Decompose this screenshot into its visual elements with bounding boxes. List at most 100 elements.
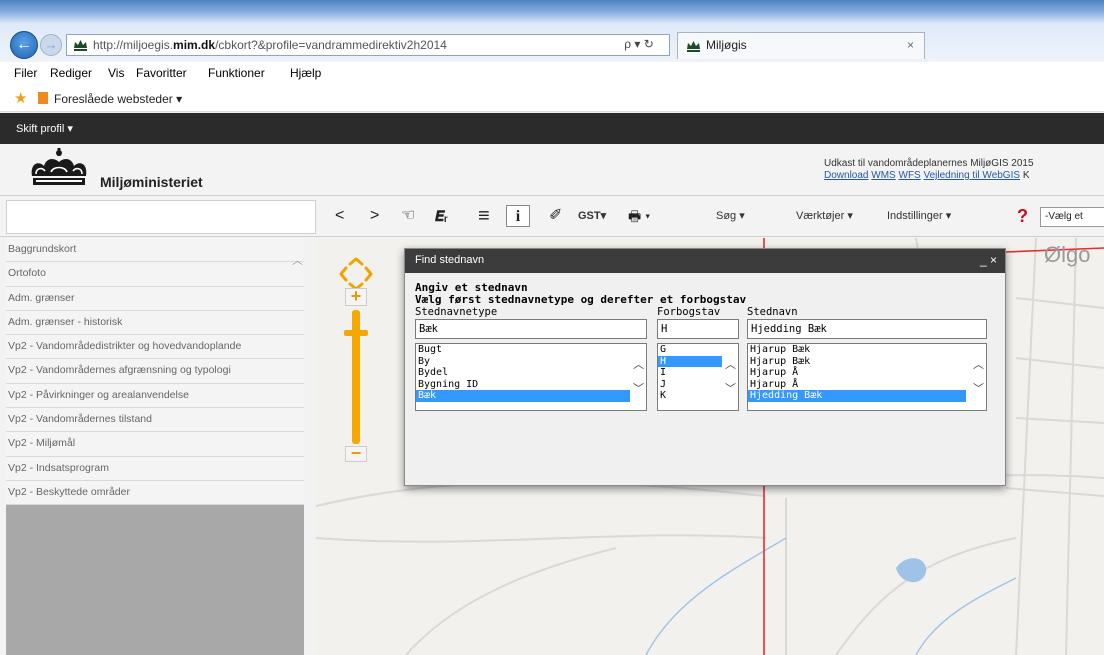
find-placename-dialog: Find stednavn _ × Angiv et stednavn Vælg… [404,248,1006,486]
header-trailing-text: K [1022,170,1030,181]
layer-item[interactable]: Ortofoto [6,262,304,287]
menu-file[interactable]: Filer [14,66,37,80]
menu-view[interactable]: Vis [108,66,124,80]
search-dropdown[interactable]: Søg ▾ [716,205,745,227]
list-scrollbar[interactable]: ︿ ﹀ [722,344,738,410]
menu-tools[interactable]: Funktioner [208,66,265,80]
list-scrollbar[interactable]: ︿ ﹀ [970,344,986,410]
help-question-icon[interactable]: ? [1017,206,1033,226]
menu-edit[interactable]: Rediger [50,66,92,80]
zoom-slider-handle[interactable] [344,330,368,336]
select-dropdown[interactable]: -Vælg et [1040,207,1104,227]
menu-favorites[interactable]: Favoritter [136,66,187,80]
placename-type-input[interactable]: Bæk [415,319,647,339]
list-item[interactable]: K [658,390,722,402]
forward-arrow-icon[interactable]: > [370,205,379,227]
chevron-up-icon[interactable]: ︿ [725,356,736,372]
back-arrow-icon[interactable]: < [335,205,344,227]
tools-dropdown[interactable]: Værktøjer ▾ [796,205,853,227]
list-item[interactable]: Bygning ID [416,379,630,391]
tab-close-icon[interactable]: × [907,33,914,58]
info-icon[interactable]: i [506,205,530,227]
browser-forward-button[interactable]: → [40,34,62,56]
list-scrollbar[interactable]: ︿ ﹀ [630,344,646,410]
gst-dropdown[interactable]: GST▾ [578,205,606,227]
app-header: Miljøministeriet Udkast til vandområdepl… [0,144,1104,196]
address-actions[interactable]: ρ ▾ ↻ [608,34,670,56]
layer-item[interactable]: Vp2 - Indsatsprogram [6,457,304,481]
crown-favicon-icon [687,41,700,52]
suggested-sites-link[interactable]: Foreslåede websteder ▾ [54,92,182,106]
menu-help[interactable]: Hjælp [290,66,321,80]
placename-input[interactable]: Hjedding Bæk [747,319,987,339]
first-letter-list[interactable]: G H I J K ︿ ﹀ [657,343,739,411]
zoom-in-button[interactable]: + [345,287,367,306]
list-icon[interactable]: ≡ [478,205,490,227]
header-links: Download WMS WFS Vejledning til WebGIS K [824,170,1030,181]
layer-search-box[interactable] [6,200,316,234]
list-item[interactable]: Hjarup Bæk [748,344,966,356]
layer-item[interactable]: Vp2 - Beskyttede områder [6,481,304,506]
dialog-header[interactable]: Find stednavn _ × [405,249,1005,273]
list-item[interactable]: Bugt [416,344,630,356]
layer-item[interactable]: Vp2 - Påvirkninger og arealanvendelse [6,384,304,409]
list-item[interactable]: Hjarup Å [748,367,966,379]
first-letter-input[interactable]: H [657,319,739,339]
zoom-out-button[interactable]: − [345,444,367,462]
favorites-star-icon[interactable]: ★ [14,89,27,107]
map-place-label: Ølgo [1044,242,1091,267]
list-item[interactable]: J [658,379,722,391]
browser-back-button[interactable]: ← [10,31,38,59]
chevron-down-icon[interactable]: ﹀ [725,380,736,396]
guide-link[interactable]: Vejledning til WebGIS [924,170,1021,181]
switch-profile-button[interactable]: Skift profil ▾ [16,122,73,135]
list-item[interactable]: I [658,367,722,379]
layer-item[interactable]: Vp2 - Vandområdernes tilstand [6,408,304,433]
list-item[interactable]: Bydel [416,367,630,379]
measure-icon[interactable]: 𝑬ᵣ [435,205,448,227]
arrow-left-icon: ← [16,36,32,53]
chevron-down-icon[interactable]: ﹀ [973,380,984,396]
map-toolbar: < > ☜ 𝑬ᵣ ≡ i ✐ GST▾ 🖶 ▾ Søg ▾ Værktøjer … [0,197,1104,237]
placename-list[interactable]: Hjarup Bæk Hjarup Bæk Hjarup Å Hjarup Å … [747,343,987,411]
placename-type-list[interactable]: Bugt By Bydel Bygning ID Bæk ︿ ﹀ [415,343,647,411]
list-item[interactable]: Hjarup Bæk [748,356,966,368]
chevron-up-icon[interactable]: ︿ [973,356,984,372]
layer-sidebar: Baggrundskort Ortofoto Adm. grænser Adm.… [6,238,304,655]
wfs-link[interactable]: WFS [899,170,921,181]
chevron-down-icon[interactable]: ﹀ [633,380,644,396]
eraser-icon[interactable]: ✐ [549,205,562,227]
url-path: /cbkort?&profile=vandrammedirektiv2h2014 [215,38,447,52]
layer-item[interactable]: Vp2 - Vandområdedistrikter og hovedvando… [6,335,304,360]
profile-bar: Skift profil ▾ [0,113,1104,144]
browser-tab[interactable]: Miljøgis × [677,32,925,59]
sidebar-scroll-up-icon[interactable]: ︿ [292,252,303,268]
settings-dropdown[interactable]: Indstillinger ▾ [887,205,951,227]
list-item[interactable]: G [658,344,722,356]
chevron-up-icon[interactable]: ︿ [633,356,644,372]
dialog-title: Find stednavn [415,254,485,266]
list-item-selected[interactable]: Hjedding Bæk [748,390,966,402]
dialog-window-controls[interactable]: _ × [980,253,997,267]
print-icon[interactable]: 🖶 ▾ [628,205,650,227]
header-info: Udkast til vandområdeplanernes MiljøGIS … [824,158,1034,169]
url-prefix: http://miljoegis. [93,38,174,52]
download-link[interactable]: Download [824,170,868,181]
layer-item[interactable]: Adm. grænser - historisk [6,311,304,336]
list-item[interactable]: Hjarup Å [748,379,966,391]
placename-type-label: Stednavnetype [415,306,498,318]
layer-item[interactable]: Vp2 - Miljømål [6,432,304,457]
layer-item[interactable]: Baggrundskort [6,238,304,263]
favorites-bar: ★ Foreslåede websteder ▾ [0,84,1104,112]
layer-item[interactable]: Adm. grænser [6,287,304,311]
logo-text: Miljøministeriet [100,174,203,190]
list-item[interactable]: By [416,356,630,368]
crown-logo-icon [31,148,87,185]
address-bar[interactable]: http://miljoegis.mim.dk/cbkort?&profile=… [66,34,670,56]
list-item-selected[interactable]: Bæk [416,390,630,402]
layer-item[interactable]: Vp2 - Vandområdernes afgrænsning og typo… [6,359,304,384]
wms-link[interactable]: WMS [871,170,895,181]
url-host: mim.dk [173,38,216,52]
pan-hand-icon[interactable]: ☜ [401,205,415,227]
list-item-selected[interactable]: H [658,355,722,368]
